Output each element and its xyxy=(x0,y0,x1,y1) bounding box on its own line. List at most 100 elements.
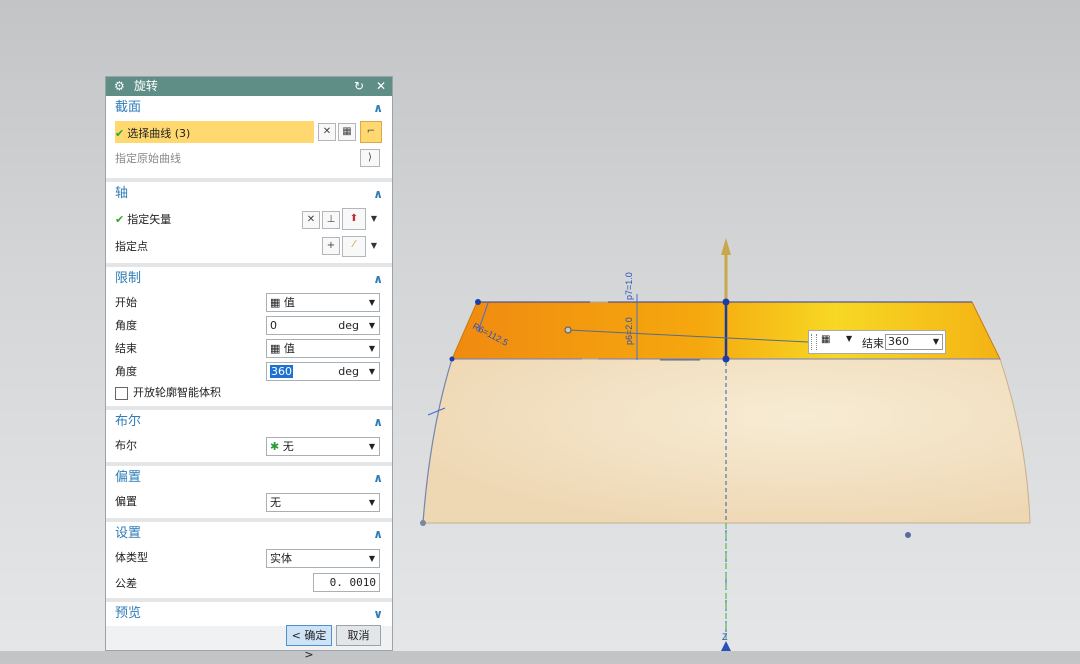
start-angle-row: 角度 0 deg ▼ xyxy=(106,314,392,337)
start-angle-input[interactable]: 0 deg ▼ xyxy=(266,316,380,335)
axis-header[interactable]: 轴 ∧ xyxy=(106,182,392,206)
z-axis-label: Z xyxy=(722,632,728,642)
start-type-select[interactable]: ▦ 值 ▼ xyxy=(266,293,380,312)
section-group: 截面 ∧ ✔ 选择曲线 (3) ✕ ▦ ⌐ 指定原始曲线 ⟩ xyxy=(106,96,392,182)
open-profile-row[interactable]: 开放轮廓智能体积 xyxy=(106,383,392,403)
sketch-section-icon[interactable]: ⌐ xyxy=(360,121,382,143)
control-point[interactable] xyxy=(905,532,911,538)
deselect-icon[interactable]: ✕ xyxy=(318,123,336,141)
dialog-title-bar[interactable]: ⚙ 旋转 ↻ ✕ xyxy=(106,77,392,96)
dimension-p2-label[interactable]: p7=1.0 xyxy=(624,272,634,300)
canvas-end-input-widget[interactable]: ▦ ▼ 结束 360 ▼ xyxy=(808,330,946,354)
ok-button[interactable]: < 确定 > xyxy=(286,625,332,661)
specify-vector-label: 指定矢量 xyxy=(127,213,172,226)
value-type-icon[interactable]: ▦ xyxy=(821,334,830,345)
unit-label: deg xyxy=(338,365,359,378)
open-profile-label: 开放轮廓智能体积 xyxy=(133,386,221,399)
chevron-down-icon[interactable]: ▼ xyxy=(369,363,375,380)
point-dialog-icon[interactable]: + xyxy=(322,237,340,255)
gear-icon[interactable]: ⚙ xyxy=(114,77,126,96)
specify-point-label: 指定点 xyxy=(115,240,148,253)
offset-label: 偏置 xyxy=(115,495,137,508)
body-type-row: 体类型 实体 ▼ xyxy=(106,546,392,572)
reverse-direction-icon[interactable]: ✕ xyxy=(302,211,320,229)
chevron-down-icon[interactable]: ▼ xyxy=(369,340,375,357)
offset-header[interactable]: 偏置 ∧ xyxy=(106,466,392,490)
cancel-button[interactable]: 取消 xyxy=(336,625,381,646)
value-type-icon: ▦ xyxy=(270,342,284,355)
check-icon: ✔ xyxy=(115,127,125,140)
boolean-select[interactable]: ✱ 无 ▼ xyxy=(266,437,380,456)
check-icon: ✔ xyxy=(115,213,125,226)
offset-row: 偏置 无 ▼ xyxy=(106,490,392,516)
end-type-select[interactable]: ▦ 值 ▼ xyxy=(266,339,380,358)
curve-rule-icon[interactable]: ▦ xyxy=(338,123,356,141)
collapse-icon[interactable]: ∧ xyxy=(373,522,383,546)
chevron-down-icon[interactable]: ▼ xyxy=(933,335,939,349)
origin-curve-icon[interactable]: ⟩ xyxy=(360,149,380,167)
settings-header[interactable]: 设置 ∧ xyxy=(106,522,392,546)
collapse-icon[interactable]: ∧ xyxy=(373,410,383,434)
chevron-down-icon[interactable]: ▼ xyxy=(369,438,375,455)
end-angle-input[interactable]: 360 deg ▼ xyxy=(266,362,380,381)
end-angle-row: 角度 360 deg ▼ xyxy=(106,360,392,383)
boolean-label: 布尔 xyxy=(115,439,137,452)
settings-group: 设置 ∧ 体类型 实体 ▼ 公差 0. 0010 xyxy=(106,522,392,602)
select-curve-label: 选择曲线 (3) xyxy=(127,127,191,140)
chevron-down-icon[interactable]: ▼ xyxy=(369,294,375,311)
origin-curve-label: 指定原始曲线 xyxy=(115,152,181,165)
offset-group: 偏置 ∧ 偏置 无 ▼ xyxy=(106,466,392,522)
open-profile-checkbox[interactable] xyxy=(115,386,128,400)
end-field-input[interactable]: 360 ▼ xyxy=(885,334,943,350)
start-label: 开始 xyxy=(115,296,137,309)
end-field-label: 结束 xyxy=(862,337,884,350)
limits-group: 限制 ∧ 开始 ▦ 值 ▼ 角度 0 deg ▼ 结束 ▦ 值 ▼ 角度 360… xyxy=(106,267,392,410)
boolean-none-icon: ✱ xyxy=(270,440,283,453)
dialog-footer: < 确定 > 取消 xyxy=(106,622,392,661)
end-angle-label: 角度 xyxy=(115,365,137,378)
chevron-down-icon[interactable]: ▼ xyxy=(369,317,375,334)
vector-dialog-icon[interactable]: ⊥ xyxy=(322,211,340,229)
control-point[interactable] xyxy=(449,356,455,362)
boolean-header[interactable]: 布尔 ∧ xyxy=(106,410,392,434)
offset-select[interactable]: 无 ▼ xyxy=(266,493,380,512)
chevron-down-icon[interactable]: ▼ xyxy=(846,334,852,343)
boolean-group: 布尔 ∧ 布尔 ✱ 无 ▼ xyxy=(106,410,392,466)
select-curve-row[interactable]: ✔ 选择曲线 (3) ✕ ▦ ⌐ xyxy=(106,120,392,147)
limits-header[interactable]: 限制 ∧ xyxy=(106,267,392,291)
point-inference-icon[interactable]: ⁄ xyxy=(342,236,366,257)
control-point[interactable] xyxy=(722,298,730,306)
collapse-icon[interactable]: ∧ xyxy=(373,182,383,206)
tolerance-input[interactable]: 0. 0010 xyxy=(313,573,380,592)
axis-group: 轴 ∧ ✔ 指定矢量 ✕ ⊥ ⬆ ▼ 指定点 + ⁄ ▼ xyxy=(106,182,392,267)
chevron-down-icon[interactable]: ▼ xyxy=(367,237,381,255)
origin-curve-row[interactable]: 指定原始曲线 ⟩ xyxy=(106,147,392,170)
control-point[interactable] xyxy=(722,355,730,363)
body-type-select[interactable]: 实体 ▼ xyxy=(266,549,380,568)
specify-vector-row[interactable]: ✔ 指定矢量 ✕ ⊥ ⬆ ▼ xyxy=(106,206,392,234)
collapse-icon[interactable]: ∧ xyxy=(373,267,383,291)
control-point[interactable] xyxy=(420,520,426,526)
section-header[interactable]: 截面 ∧ xyxy=(106,96,392,120)
dimension-p1-label[interactable]: p6=2.0 xyxy=(624,317,634,345)
collapse-icon[interactable]: ∧ xyxy=(373,466,383,490)
tolerance-label: 公差 xyxy=(115,577,137,590)
end-row: 结束 ▦ 值 ▼ xyxy=(106,337,392,360)
specify-point-row[interactable]: 指定点 + ⁄ ▼ xyxy=(106,234,392,259)
chevron-down-icon[interactable]: ▼ xyxy=(369,494,375,511)
close-icon[interactable]: ✕ xyxy=(376,79,386,93)
boolean-row: 布尔 ✱ 无 ▼ xyxy=(106,434,392,460)
drag-handle[interactable] xyxy=(811,334,817,350)
control-point[interactable] xyxy=(475,299,481,305)
reset-icon[interactable]: ↻ xyxy=(354,79,364,93)
chevron-down-icon[interactable]: ▼ xyxy=(369,550,375,567)
vector-inference-icon[interactable]: ⬆ xyxy=(342,208,366,230)
chevron-down-icon[interactable]: ▼ xyxy=(367,210,381,228)
end-label: 结束 xyxy=(115,342,137,355)
collapse-icon[interactable]: ∧ xyxy=(373,96,383,120)
dialog-title: 旋转 xyxy=(133,79,158,93)
start-row: 开始 ▦ 值 ▼ xyxy=(106,291,392,314)
unit-label: deg xyxy=(338,319,359,332)
value-type-icon: ▦ xyxy=(270,296,284,309)
body-type-label: 体类型 xyxy=(115,551,148,564)
